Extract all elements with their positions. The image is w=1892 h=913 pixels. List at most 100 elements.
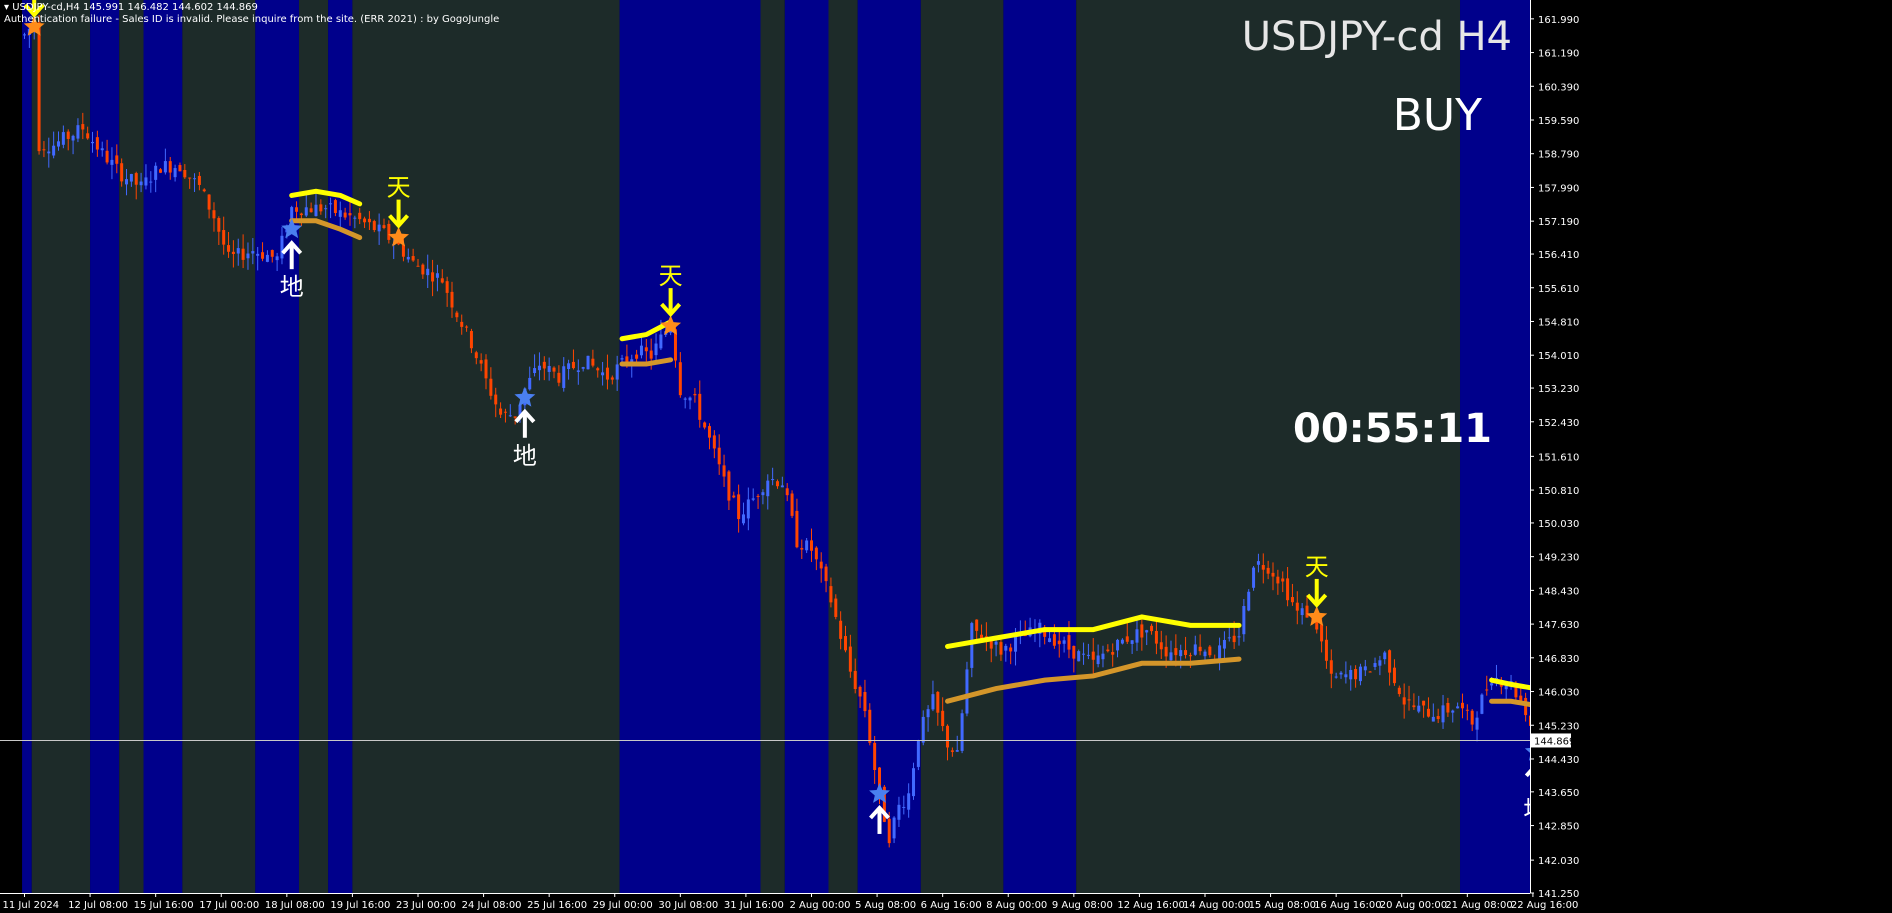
candle-body <box>975 619 979 631</box>
candle-body <box>605 367 609 380</box>
candle-body <box>926 709 930 718</box>
candle-body <box>741 514 745 524</box>
candle-body <box>1281 578 1285 582</box>
candle-body <box>1368 671 1372 673</box>
session-zone <box>143 0 183 893</box>
x-tick-label: 25 Jul 16:00 <box>527 900 587 911</box>
candle-body <box>66 131 70 139</box>
candle-body <box>125 179 129 185</box>
candle-body <box>737 494 741 520</box>
y-tick-label: 161.990 <box>1538 15 1579 26</box>
candle-body <box>460 321 464 327</box>
x-tick-label: 14 Aug 00:00 <box>1183 900 1250 911</box>
session-zone <box>298 0 329 893</box>
candle-body <box>1358 666 1362 682</box>
candle-body <box>1150 625 1154 632</box>
candle-body <box>1222 639 1226 649</box>
candle-body <box>372 221 376 231</box>
candle-body <box>435 273 439 278</box>
candle-body <box>280 235 284 259</box>
y-tick-label: 146.030 <box>1538 688 1579 699</box>
candle-body <box>931 694 935 710</box>
candle-body <box>1198 646 1202 652</box>
chart-header: ▾ USDJPY-cd,H4 145.991 146.482 144.602 1… <box>4 2 258 13</box>
candle-body <box>91 141 95 144</box>
candle-body <box>1417 705 1421 712</box>
candle-body <box>256 253 260 256</box>
candle-body <box>1305 605 1309 618</box>
chart-window[interactable]: 天地天地天天地 161.990161.190160.390159.590158.… <box>0 0 1892 913</box>
candle-body <box>207 194 211 210</box>
candle-body <box>1193 644 1197 655</box>
candle-body <box>970 623 974 668</box>
candle-body <box>353 217 357 219</box>
x-tick-label: 15 Jul 16:00 <box>134 900 194 911</box>
session-zone <box>328 0 353 893</box>
y-tick-label: 147.630 <box>1538 620 1579 631</box>
candle-body <box>1451 710 1455 713</box>
candle-body <box>110 159 114 165</box>
candle-body <box>1363 666 1367 671</box>
candle-body <box>1164 646 1168 657</box>
candle-body <box>586 355 590 370</box>
candle-body <box>173 168 177 178</box>
session-zone <box>619 0 761 893</box>
candle-body <box>936 691 940 713</box>
candle-body <box>1188 655 1192 657</box>
candle-body <box>251 251 255 254</box>
x-tick-label: 9 Aug 08:00 <box>1052 900 1113 911</box>
candle-body <box>197 175 201 185</box>
candle-body <box>756 495 760 497</box>
candle-body <box>683 398 687 400</box>
x-tick-label: 16 Aug 16:00 <box>1314 900 1381 911</box>
candle-body <box>183 170 187 178</box>
candle-body <box>1407 699 1411 701</box>
candle-body <box>771 479 775 481</box>
y-tick-label: 150.030 <box>1538 519 1579 530</box>
candle-body <box>1125 636 1129 642</box>
candle-body <box>848 646 852 672</box>
candle-body <box>644 347 648 352</box>
candle-body <box>941 710 945 727</box>
candle-body <box>547 365 551 372</box>
candle-body <box>873 742 877 770</box>
candle-body <box>1402 697 1406 705</box>
candle-body <box>1120 639 1124 644</box>
x-tick-label: 31 Jul 16:00 <box>724 900 784 911</box>
candle-body <box>1475 717 1479 730</box>
candle-body <box>1470 710 1474 725</box>
candle-body <box>688 397 692 401</box>
y-tick-label: 154.010 <box>1538 351 1579 362</box>
candle-body <box>421 264 425 275</box>
candle-body <box>1383 652 1387 660</box>
candle-body <box>37 22 41 152</box>
candle-body <box>892 817 896 839</box>
session-zone <box>1003 0 1077 893</box>
candle-body <box>265 254 269 262</box>
candle-body <box>1256 561 1260 565</box>
candle-body <box>411 256 415 261</box>
candle-body <box>299 213 303 216</box>
session-zone <box>182 0 256 893</box>
candle-body <box>654 343 658 356</box>
x-tick-label: 15 Aug 08:00 <box>1249 900 1316 911</box>
candle-body <box>1320 624 1324 642</box>
x-tick-label: 2 Aug 00:00 <box>789 900 850 911</box>
y-tick-label: 150.810 <box>1538 486 1579 497</box>
x-tick-label: 24 Jul 08:00 <box>462 900 522 911</box>
candle-body <box>1329 660 1333 674</box>
y-tick-label: 155.610 <box>1538 284 1579 295</box>
candle-body <box>581 367 585 369</box>
candle-body <box>1426 708 1430 717</box>
candle-body <box>1436 716 1440 720</box>
price-chart[interactable]: 天地天地天天地 161.990161.190160.390159.590158.… <box>0 0 1892 913</box>
candle-body <box>324 208 328 210</box>
candle-body <box>1456 706 1460 709</box>
candle-body <box>912 768 916 797</box>
x-tick-label: 23 Jul 00:00 <box>396 900 456 911</box>
candle-body <box>946 725 950 748</box>
candle-body <box>309 208 313 213</box>
candle-body <box>57 141 61 147</box>
candle-body <box>1140 624 1144 638</box>
candle-body <box>1048 638 1052 642</box>
